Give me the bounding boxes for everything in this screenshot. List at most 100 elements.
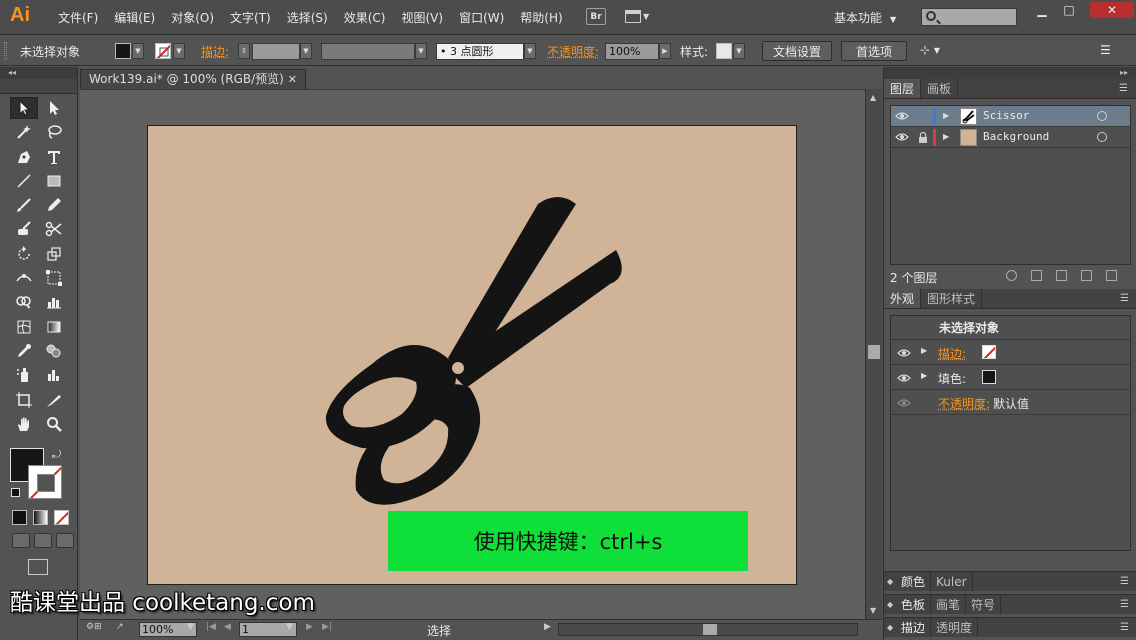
scroll-up-icon[interactable]: ▲ [870,93,876,102]
lasso-tool[interactable] [40,121,68,143]
paintbrush-tool[interactable] [10,194,38,216]
expand-icon[interactable]: ▸▸ [884,67,1136,79]
preferences-button[interactable]: 首选项 [841,41,907,61]
menu-edit[interactable]: 编辑(E) [106,9,163,26]
gradient-tool[interactable] [40,316,68,338]
layer-name[interactable]: Scissor [983,109,1029,122]
stroke-swatch[interactable] [155,43,171,59]
expand-panel-icon[interactable]: ◆ [884,572,896,591]
draw-inside-button[interactable] [56,533,74,548]
workspace-switcher[interactable]: 基本功能 ▼ [834,9,896,26]
panel-menu-icon[interactable]: ☰ [1119,83,1128,94]
gradient-mode-button[interactable] [33,510,48,525]
prev-page-icon[interactable]: ◀ [224,622,231,632]
menu-file[interactable]: 文件(F) [50,9,106,26]
panel-grip[interactable] [4,42,7,60]
panel-menu-icon[interactable]: ☰ [1120,622,1129,633]
panel-menu-icon[interactable]: ☰ [1120,576,1129,587]
draw-behind-button[interactable] [34,533,52,548]
last-page-icon[interactable]: ▶| [322,622,332,632]
arrange-documents-button[interactable]: ▼ [625,9,655,24]
share-icon[interactable]: ↗ [116,622,124,632]
expand-triangle-icon[interactable]: ▶ [921,371,927,380]
appearance-stroke-row[interactable]: ▶ 描边: [891,340,1130,365]
pencil-tool[interactable] [40,194,68,216]
draw-normal-button[interactable] [12,533,30,548]
tab-brushes[interactable]: 画笔 [931,595,966,614]
menu-object[interactable]: 对象(O) [163,9,222,26]
close-icon[interactable]: ✕ [288,70,297,89]
chevron-down-icon[interactable]: ▼ [132,43,144,59]
graphic-style-swatch[interactable] [716,43,732,59]
chevron-down-icon[interactable]: ▼ [187,622,194,632]
tab-kuler[interactable]: Kuler [931,572,973,591]
appearance-opacity-row[interactable]: 不透明度: 默认值 [891,390,1130,415]
direct-selection-tool[interactable] [40,97,68,119]
tab-symbols[interactable]: 符号 [966,595,1001,614]
stroke-link[interactable]: 描边: [938,345,966,362]
chevron-down-icon[interactable]: ▼ [524,43,536,59]
document-tab[interactable]: Work139.ai* @ 100% (RGB/预览) ✕ [80,69,306,89]
tab-transparency[interactable]: 透明度 [931,618,978,637]
hand-tool[interactable] [10,413,38,435]
target-icon[interactable] [1097,132,1107,142]
tools-panel-header[interactable] [0,79,77,94]
shape-builder-tool[interactable] [10,291,38,313]
zoom-tool[interactable] [40,413,68,435]
screen-mode-button[interactable] [28,559,48,575]
eyedropper-tool[interactable] [10,340,38,362]
chevron-down-icon[interactable]: ▼ [300,43,312,59]
search-input[interactable] [921,8,1017,26]
lock-toggle[interactable] [916,110,930,123]
mesh-tool[interactable] [10,316,38,338]
close-button[interactable]: ✕ [1090,2,1134,18]
tab-artboards[interactable]: 画板 [921,79,958,98]
collapse-icon[interactable]: ◂◂ [0,67,77,79]
default-colors-icon[interactable] [11,488,20,497]
free-transform-tool[interactable] [40,267,68,289]
selection-tool[interactable] [10,97,38,119]
stroke-weight-field[interactable] [252,43,300,60]
first-page-icon[interactable]: |◀ [206,622,216,632]
scroll-down-icon[interactable]: ▼ [870,606,876,615]
layer-row-background[interactable]: ▶ Background [891,127,1130,148]
fill-swatch[interactable] [982,370,996,384]
expand-triangle-icon[interactable]: ▶ [943,132,949,141]
symbol-sprayer-tool[interactable] [10,364,38,386]
tab-graphic-styles[interactable]: 图形样式 [921,289,982,308]
horizontal-scrollbar[interactable] [558,623,858,636]
artboard[interactable]: 使用快捷键：ctrl+s [147,125,797,585]
chevron-down-icon[interactable]: ▼ [733,43,745,59]
eye-icon[interactable] [897,372,911,384]
menu-type[interactable]: 文字(T) [222,9,279,26]
chart-tool[interactable] [40,291,68,313]
layer-row-scissor[interactable]: ▶ Scissor [891,106,1130,127]
align-options-icon[interactable]: ⊹ ▾ [920,43,940,57]
trash-icon[interactable] [1106,270,1117,281]
locate-object-icon[interactable] [1006,270,1017,281]
rectangle-tool[interactable] [40,170,68,192]
menu-select[interactable]: 选择(S) [279,9,336,26]
tab-stroke[interactable]: 描边 [896,618,931,637]
eye-icon[interactable] [897,347,911,359]
opacity-field[interactable]: 100% [605,43,659,60]
slice-tool[interactable] [40,389,68,411]
clipping-mask-icon[interactable] [1031,270,1042,281]
blend-tool[interactable] [40,340,68,362]
variable-width-profile[interactable] [321,43,415,60]
new-sublayer-icon[interactable] [1056,270,1067,281]
fill-swatch[interactable] [115,43,131,59]
lock-icon[interactable] [916,131,930,144]
maximize-button[interactable]: □ [1056,2,1082,18]
eye-icon[interactable] [895,131,909,143]
expand-panel-icon[interactable]: ◆ [884,595,896,614]
chevron-down-icon[interactable]: ▼ [173,43,185,59]
next-page-icon[interactable]: ▶ [306,622,313,632]
color-mode-button[interactable] [12,510,27,525]
brush-definition-field[interactable]: • 3 点圆形 [436,43,524,60]
rotate-tool[interactable] [10,243,38,265]
appearance-fill-row[interactable]: ▶ 填色: [891,365,1130,390]
minimize-button[interactable]: ▁ [1029,2,1055,18]
chevron-down-icon[interactable]: ▼ [286,622,293,632]
panel-menu-icon[interactable]: ☰ [1120,293,1129,304]
